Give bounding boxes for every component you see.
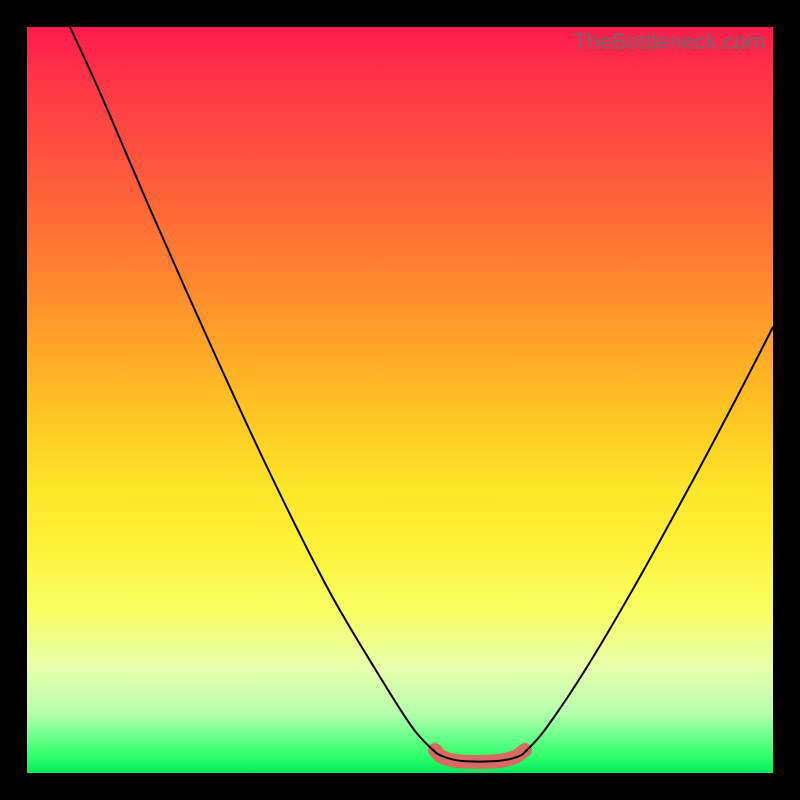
curve-svg <box>27 27 773 773</box>
plot-area: TheBottleneck.com <box>27 27 773 773</box>
chart-frame: TheBottleneck.com <box>0 0 800 800</box>
v-curve-line <box>70 27 773 762</box>
bottom-highlight-line <box>435 750 525 762</box>
